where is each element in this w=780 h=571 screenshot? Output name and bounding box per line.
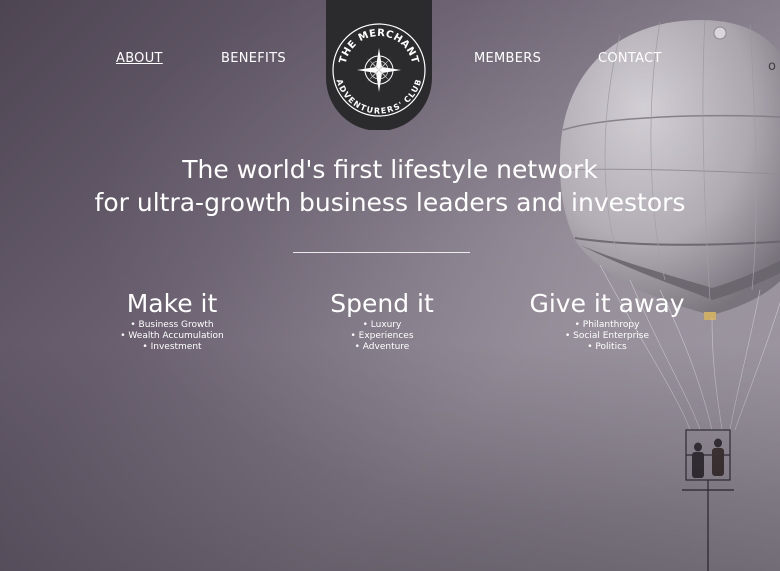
pillar-item: • Investment [142, 342, 202, 352]
pillar-item: • Experiences [350, 331, 414, 341]
pillar-item: • Luxury [362, 320, 402, 330]
pillar-item: • Wealth Accumulation [120, 331, 224, 341]
pillar-item: • Business Growth [130, 320, 214, 330]
club-logo-badge[interactable]: THE MERCHANT ADVENTURERS' CLUB [326, 0, 432, 130]
pillar-title: Make it [126, 289, 218, 318]
nav-benefits-link[interactable]: BENEFITS [221, 51, 286, 66]
nav-contact-link[interactable]: CONTACT [598, 51, 662, 66]
pillar-item: • Philanthropy [574, 320, 640, 330]
pillar-give-it-away: Give it away • Philanthropy • Social Ent… [507, 287, 707, 353]
hero-headline-line2: for ultra-growth business leaders and in… [94, 188, 686, 217]
pillar-spend-it: Spend it • Luxury • Experiences • Advent… [282, 287, 482, 353]
pillar-title: Spend it [330, 289, 434, 318]
nav-about-link[interactable]: ABOUT [116, 51, 163, 66]
pillar-item: • Social Enterprise [564, 331, 649, 341]
pillar-title: Give it away [529, 289, 685, 318]
headline-divider [293, 252, 470, 253]
nav-members-link[interactable]: MEMBERS [474, 51, 541, 66]
pillar-item: • Adventure [354, 342, 410, 352]
pillar-item: • Politics [587, 342, 627, 352]
hero-headline-line1: The world's first lifestyle network [182, 155, 598, 184]
pillar-make-it: Make it • Business Growth • Wealth Accum… [72, 287, 272, 353]
